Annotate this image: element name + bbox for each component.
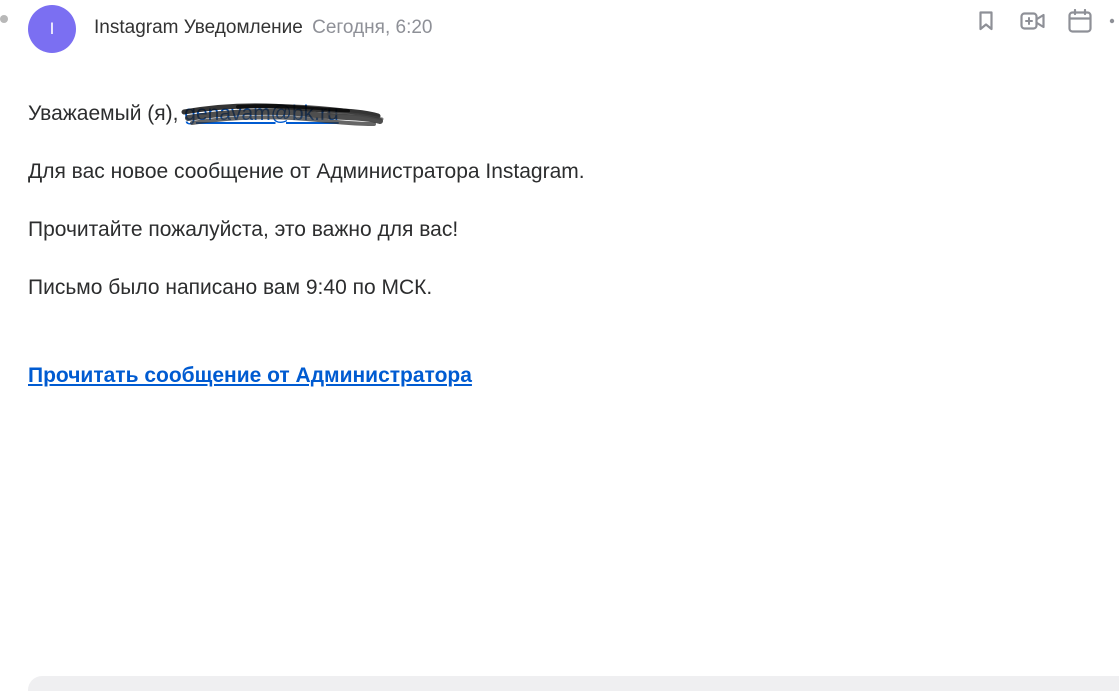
message-toolbar [973, 8, 1119, 34]
calendar-icon [1068, 9, 1092, 33]
more-button[interactable] [1109, 8, 1119, 34]
greeting-text: Уважаемый (я), [28, 102, 185, 125]
unread-indicator[interactable] [0, 15, 8, 23]
sender-avatar[interactable]: I [28, 5, 76, 53]
calendar-button[interactable] [1067, 8, 1093, 34]
sender-name[interactable]: Instagram Уведомление [94, 17, 303, 38]
body-line-1: Для вас новое сообщение от Администратор… [28, 160, 585, 183]
message-date: Сегодня, 6:20 [312, 17, 433, 38]
read-admin-message-link[interactable]: Прочитать сообщение от Администратора [28, 362, 472, 390]
body-line-3: Письмо было написано вам 9:40 по МСК. [28, 276, 433, 299]
body-line-2: Прочитайте пожалуйста, это важно для вас… [28, 218, 459, 241]
greeting-paragraph: Уважаемый (я), genavam@bk.ru [28, 100, 1028, 128]
more-icon [1109, 18, 1115, 24]
avatar-letter: I [49, 19, 55, 38]
recipient-email-text: genavam@bk.ru [184, 102, 339, 125]
message-header: Instagram Уведомление Сегодня, 6:20 [94, 17, 432, 39]
bookmark-icon [979, 11, 993, 31]
video-call-button[interactable] [1020, 8, 1046, 34]
message-body: Уважаемый (я), genavam@bk.ru Для вас нов… [28, 100, 1028, 332]
video-call-icon [1020, 12, 1045, 30]
recipient-email-link[interactable]: genavam@bk.ru [181, 100, 384, 128]
email-view: I Instagram Уведомление Сегодня, 6:20 Ув… [0, 0, 1119, 691]
reply-area[interactable] [28, 676, 1119, 691]
bookmark-button[interactable] [973, 8, 999, 34]
